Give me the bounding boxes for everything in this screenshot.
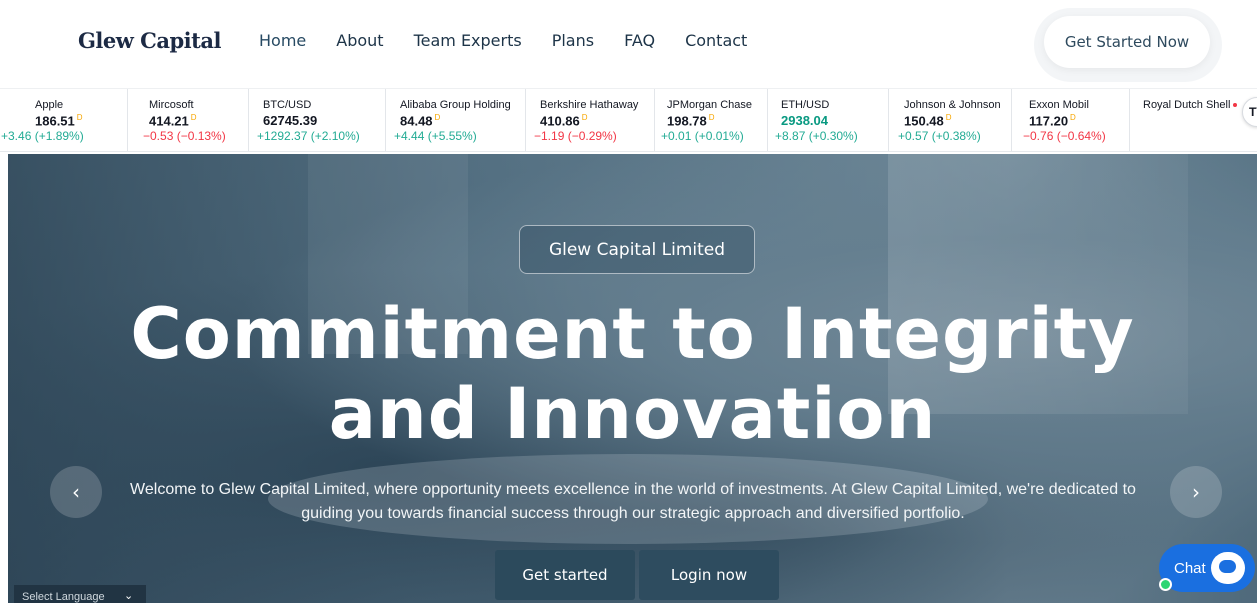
nav-plans[interactable]: Plans [552, 31, 594, 50]
ticker-name: JPMorgan Chase [667, 99, 752, 111]
ticker-change: −0.53 (−0.13%) [143, 129, 226, 144]
nav-faq[interactable]: FAQ [624, 31, 655, 50]
ticker-name: Johnson & Johnson [904, 99, 1001, 111]
ticker-item[interactable]: JPMorgan Chase 198.78 D +0.01 (+0.01%) [660, 89, 768, 151]
get-started-now-button[interactable]: Get Started Now [1044, 16, 1210, 68]
online-status-dot [1159, 578, 1172, 591]
hero-subtitle: Welcome to Glew Capital Limited, where o… [130, 481, 1136, 522]
ticker-change: +4.44 (+5.55%) [394, 129, 477, 144]
chevron-down-icon: ⌄ [124, 590, 134, 602]
ticker-change: +1292.37 (+2.10%) [257, 129, 360, 143]
ticker-price: 186.51 D [35, 113, 83, 129]
nav-team-experts[interactable]: Team Experts [414, 31, 522, 50]
ticker-price: 117.20 D [1029, 113, 1076, 129]
login-now-button[interactable]: Login now [639, 550, 779, 600]
ticker-item[interactable]: Apple 186.51 D +3.46 (+1.89%) [0, 89, 128, 151]
language-select-label: Select Language [22, 591, 105, 603]
hero-headline-line1: Commitment to Integrity [130, 293, 1135, 375]
ticker-item[interactable]: Johnson & Johnson 150.48 D +0.57 (+0.38%) [897, 89, 1012, 151]
ticker-name: Royal Dutch Shell [1143, 99, 1253, 111]
ticker-price: 62745.39 [263, 113, 318, 128]
ticker-name: Berkshire Hathaway [540, 99, 639, 111]
hero-headline: Commitment to Integrity and Innovation [8, 294, 1257, 454]
nav-home[interactable]: Home [259, 31, 306, 50]
main-nav: Home About Team Experts Plans FAQ Contac… [259, 31, 777, 50]
get-started-button[interactable]: Get started [495, 550, 635, 600]
ticker-price: 2938.04 [781, 113, 828, 128]
chat-bubble-icon [1211, 552, 1245, 584]
ticker-name: Alibaba Group Holding [400, 99, 511, 111]
ticker-item[interactable]: ETH/USD 2938.04 +8.87 (+0.30%) [774, 89, 889, 151]
hero-headline-line2: and Innovation [328, 373, 937, 455]
ticker-item[interactable]: BTC/USD 62745.39 +1292.37 (+2.10%) [256, 89, 386, 151]
nav-contact[interactable]: Contact [685, 31, 747, 50]
nav-about[interactable]: About [336, 31, 383, 50]
ticker-price: 410.86 D [540, 113, 588, 129]
ticker-item[interactable]: Royal Dutch Shell [1143, 89, 1253, 151]
ticker-price: 414.21 D [149, 113, 197, 129]
slider-next-arrow-icon[interactable]: › [1170, 466, 1222, 518]
ticker-name: BTC/USD [263, 99, 312, 111]
stock-ticker: Apple 186.51 D +3.46 (+1.89%) Mircosoft 4… [0, 88, 1257, 152]
cta-halo: Get Started Now [1034, 8, 1222, 82]
ticker-name: Mircosoft [149, 99, 194, 111]
ticker-price: 150.48 D [904, 113, 952, 129]
ticker-change: −1.19 (−0.29%) [534, 129, 617, 144]
ticker-item[interactable]: Berkshire Hathaway 410.86 D −1.19 (−0.29%… [533, 89, 655, 151]
ticker-price: 198.78 D [667, 113, 715, 129]
slider-prev-arrow-icon[interactable]: ‹ [50, 466, 102, 518]
hero-eyebrow-badge: Glew Capital Limited [519, 225, 755, 274]
ticker-change: +0.01 (+0.01%) [661, 129, 744, 144]
ticker-name: ETH/USD [781, 99, 830, 111]
ticker-change: +3.46 (+1.89%) [1, 129, 84, 144]
hero-slider: Glew Capital Limited Commitment to Integ… [8, 154, 1257, 603]
ticker-item[interactable]: Exxon Mobil 117.20 D −0.76 (−0.64%) [1022, 89, 1130, 151]
ticker-change: +0.57 (+0.38%) [898, 129, 981, 144]
site-logo[interactable]: Glew Capital [78, 28, 221, 53]
ticker-name: Exxon Mobil [1029, 99, 1089, 111]
ticker-item[interactable]: Mircosoft 414.21 D −0.53 (−0.13%) [142, 89, 249, 151]
market-closed-dot [1233, 103, 1238, 108]
ticker-name: Apple [35, 99, 64, 111]
ticker-item[interactable]: Alibaba Group Holding 84.48 D +4.44 (+5.5… [393, 89, 526, 151]
chat-widget-button[interactable]: Chat [1159, 544, 1255, 592]
ticker-price: 84.48 D [400, 113, 441, 129]
ticker-change: +8.87 (+0.30%) [775, 129, 858, 143]
site-header: Glew Capital Home About Team Experts Pla… [0, 0, 1257, 86]
ticker-change: −0.76 (−0.64%) [1023, 129, 1106, 144]
chat-label: Chat [1174, 560, 1206, 577]
language-select[interactable]: Select Language ⌄ [14, 585, 146, 603]
